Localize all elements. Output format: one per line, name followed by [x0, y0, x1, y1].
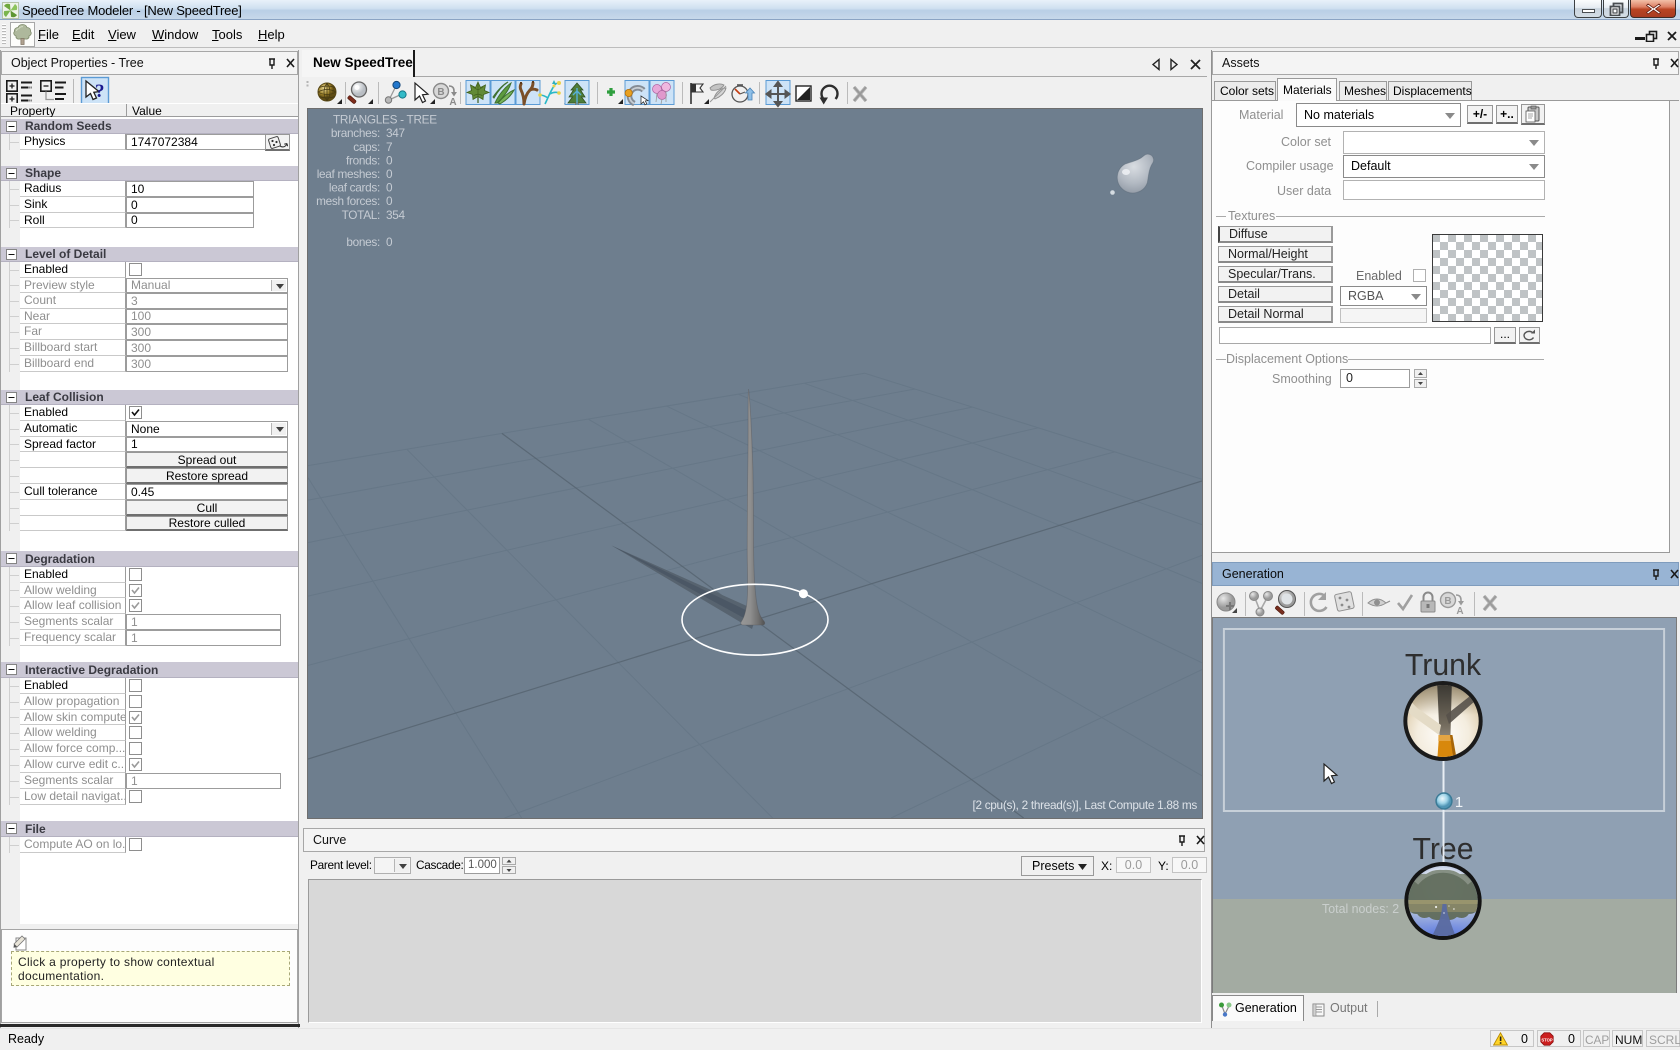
svg-text:B: B [437, 87, 444, 98]
svg-text:B: B [1444, 596, 1451, 607]
svg-text:1: 1 [1455, 794, 1463, 811]
svg-text:Trunk: Trunk [1405, 649, 1482, 682]
svg-text:A: A [449, 97, 456, 108]
svg-text:?: ? [95, 81, 105, 102]
svg-text:STOP: STOP [1541, 1037, 1553, 1042]
svg-text:Total nodes: 2: Total nodes: 2 [1322, 902, 1399, 916]
svg-text:A: A [1456, 606, 1463, 617]
